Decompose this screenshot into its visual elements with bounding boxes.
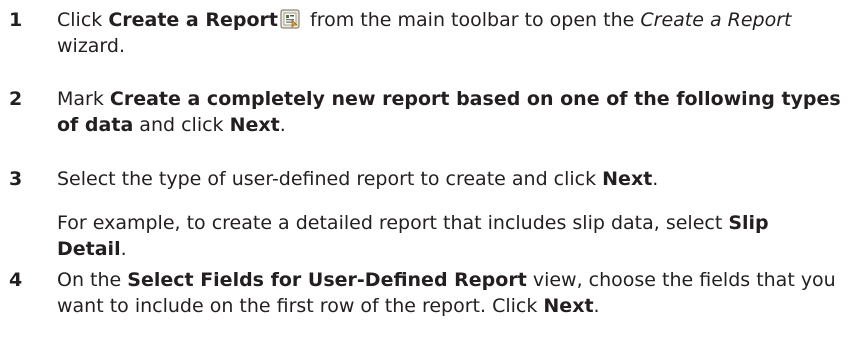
step-number: 4 xyxy=(9,269,23,291)
step-text: Select the type of user-defined report t… xyxy=(57,168,659,190)
step-number: 3 xyxy=(9,168,23,190)
step-text: Mark Create a completely new report base… xyxy=(57,88,841,136)
step-text: On the Select Fields for User-Defined Re… xyxy=(57,269,836,317)
step-number: 1 xyxy=(9,9,23,31)
step-text: Click Create a Report from the main tool… xyxy=(57,9,792,57)
step-note: For example, to create a detailed report… xyxy=(57,212,769,260)
create-report-icon xyxy=(280,9,300,29)
step-number: 2 xyxy=(9,88,23,110)
